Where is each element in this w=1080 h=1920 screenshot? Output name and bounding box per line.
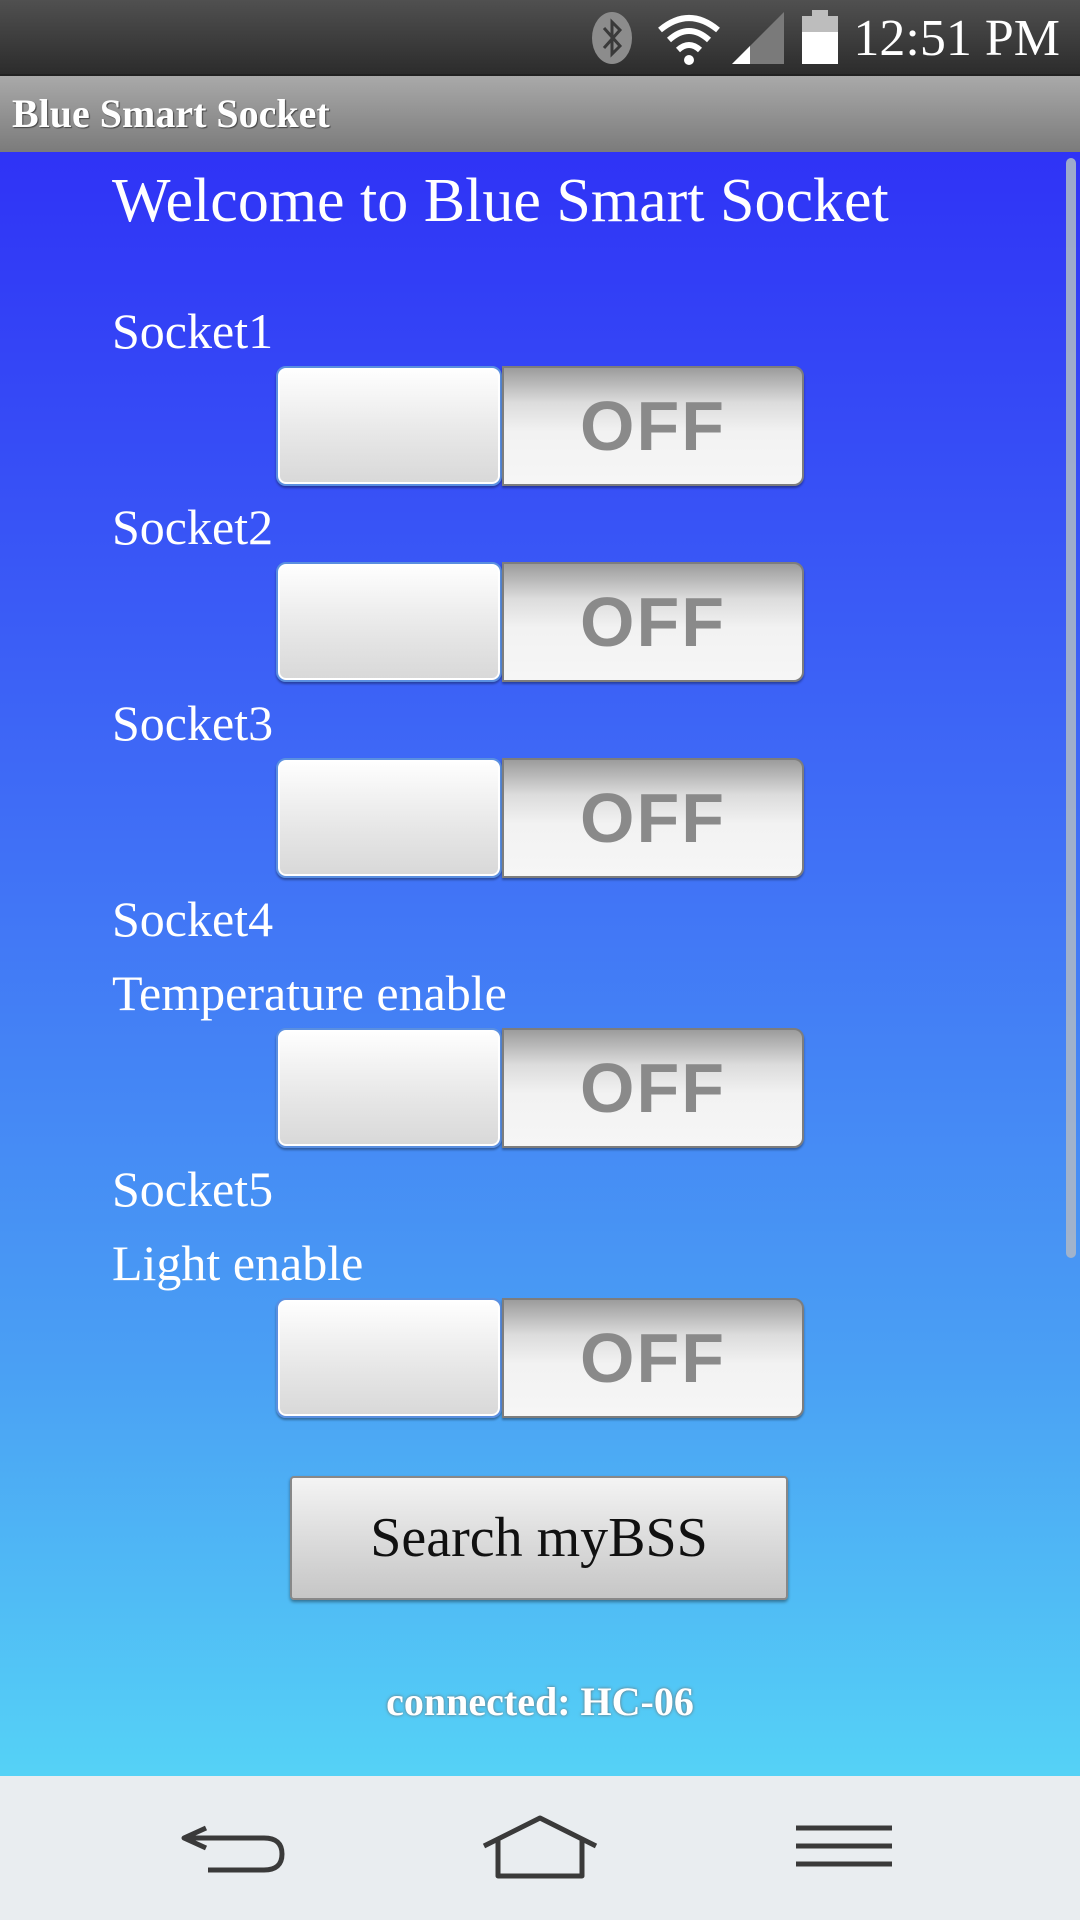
back-icon: [181, 1825, 285, 1873]
toggle-knob: [276, 1298, 502, 1418]
toggle-knob: [276, 562, 502, 682]
toggle-state: OFF: [580, 779, 726, 857]
cell-signal-icon: [732, 12, 784, 64]
socket1-toggle[interactable]: OFF: [276, 366, 804, 486]
toggle-track: OFF: [502, 1298, 804, 1418]
socket4-toggle[interactable]: OFF: [276, 1028, 804, 1148]
socket5-sublabel: Light enable: [112, 1235, 364, 1291]
home-button[interactable]: [470, 1806, 610, 1890]
connection-status: connected: HC-06: [386, 1679, 694, 1724]
socket4-sublabel: Temperature enable: [112, 965, 507, 1021]
socket3-toggle[interactable]: OFF: [276, 758, 804, 878]
toggle-knob: [276, 1028, 502, 1148]
app-title: Blue Smart Socket: [12, 91, 330, 136]
toggle-state: OFF: [580, 1319, 726, 1397]
socket2-label: Socket2: [112, 499, 274, 555]
search-mybss-button[interactable]: Search myBSS: [290, 1476, 788, 1600]
home-icon: [482, 1815, 598, 1879]
status-bar: 12:51 PM: [0, 0, 1080, 74]
toggle-knob: [276, 366, 502, 486]
socket4-label: Socket4: [112, 891, 274, 947]
bluetooth-icon: [592, 12, 632, 64]
menu-button[interactable]: [774, 1806, 914, 1890]
socket3-label: Socket3: [112, 695, 274, 751]
toggle-track: OFF: [502, 758, 804, 878]
socket1-label: Socket1: [112, 303, 274, 359]
toggle-knob: [276, 758, 502, 878]
battery-icon: [802, 10, 838, 64]
scrollbar[interactable]: [1066, 158, 1076, 1258]
toggle-track: OFF: [502, 366, 804, 486]
main-content: Welcome to Blue Smart Socket Socket1 OFF…: [0, 152, 1080, 1776]
status-clock: 12:51 PM: [853, 10, 1060, 67]
socket5-label: Socket5: [112, 1161, 274, 1217]
toggle-track: OFF: [502, 1028, 804, 1148]
welcome-heading: Welcome to Blue Smart Socket: [112, 167, 889, 235]
toggle-track: OFF: [502, 562, 804, 682]
socket2-toggle[interactable]: OFF: [276, 562, 804, 682]
back-button[interactable]: [170, 1806, 310, 1890]
socket5-toggle[interactable]: OFF: [276, 1298, 804, 1418]
toggle-state: OFF: [580, 387, 726, 465]
app-title-bar: Blue Smart Socket: [0, 74, 1080, 152]
toggle-state: OFF: [580, 1049, 726, 1127]
toggle-state: OFF: [580, 583, 726, 661]
navigation-bar: [0, 1776, 1080, 1920]
menu-icon: [796, 1825, 892, 1867]
wifi-icon: [658, 15, 720, 65]
